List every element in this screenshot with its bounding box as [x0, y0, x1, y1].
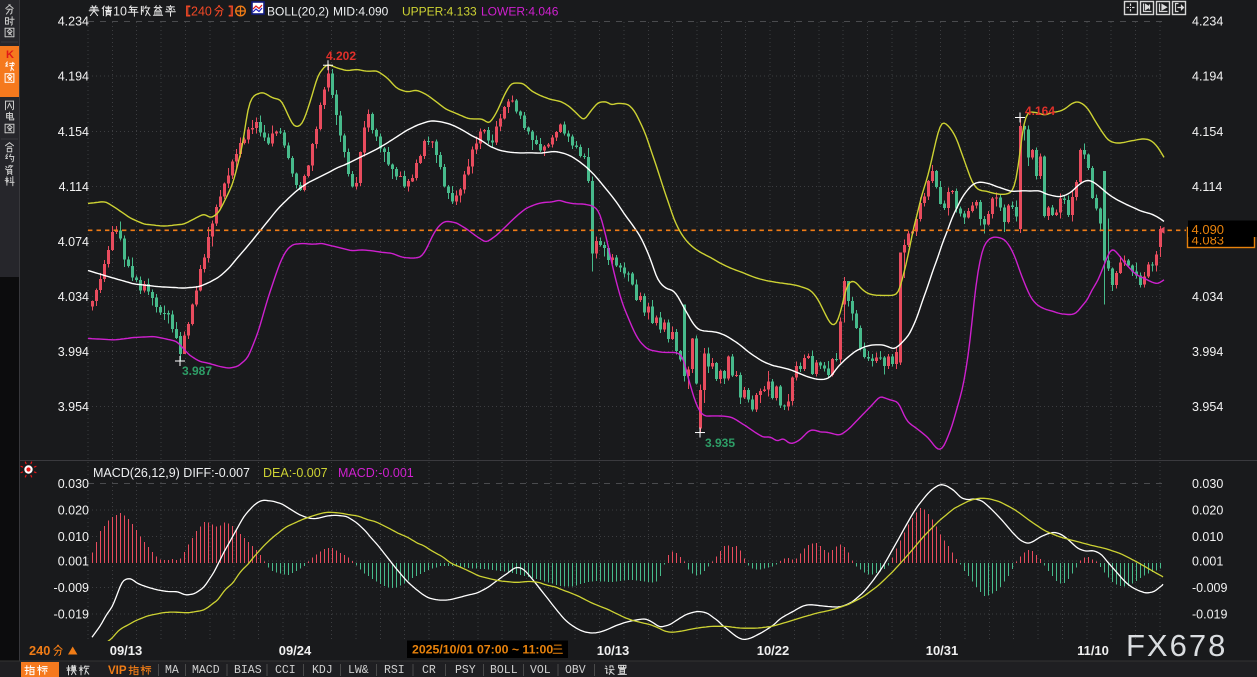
svg-text:CR: CR	[422, 664, 436, 677]
svg-text:3.994: 3.994	[1192, 345, 1223, 359]
svg-text:PSY: PSY	[455, 664, 476, 677]
svg-text:RSI: RSI	[384, 664, 405, 677]
svg-text:4.090: 4.090	[1192, 222, 1225, 237]
svg-text:2025/10/01 07:00 ~ 11:00: 2025/10/01 07:00 ~ 11:00	[412, 643, 553, 657]
svg-text:4.194: 4.194	[58, 70, 89, 84]
svg-text:MACD: MACD	[192, 664, 220, 677]
svg-text:4.164: 4.164	[1025, 104, 1055, 118]
svg-text:DEA:-0.007: DEA:-0.007	[263, 466, 328, 480]
svg-text:4.202: 4.202	[326, 49, 356, 63]
svg-text:4.034: 4.034	[58, 290, 89, 304]
svg-text:0.020: 0.020	[58, 504, 89, 518]
svg-text:K: K	[6, 49, 14, 61]
svg-text:0.010: 0.010	[1192, 530, 1223, 544]
svg-text:FX678: FX678	[1126, 628, 1227, 663]
svg-text:MACD:-0.001: MACD:-0.001	[338, 466, 414, 480]
svg-text:VOL: VOL	[530, 664, 551, 677]
svg-text:MACD(26,12,9) DIFF:-0.007: MACD(26,12,9) DIFF:-0.007	[93, 466, 250, 480]
svg-text:10/31: 10/31	[926, 643, 959, 658]
svg-text:4.234: 4.234	[58, 15, 89, 29]
svg-text:MID:4.090: MID:4.090	[333, 5, 389, 19]
svg-text:10/13: 10/13	[597, 643, 630, 658]
svg-text:-0.019: -0.019	[1192, 608, 1227, 622]
svg-text:BOLL(20,2): BOLL(20,2)	[267, 5, 329, 19]
svg-text:BIAS: BIAS	[234, 664, 262, 677]
svg-text:4.074: 4.074	[58, 235, 89, 249]
svg-text:CCI: CCI	[275, 664, 296, 677]
svg-text:4.034: 4.034	[1192, 290, 1223, 304]
svg-text:4.194: 4.194	[1192, 70, 1223, 84]
svg-text:09/13: 09/13	[110, 643, 143, 658]
svg-text:3.994: 3.994	[58, 345, 89, 359]
svg-text:4.234: 4.234	[1192, 15, 1223, 29]
svg-text:4.114: 4.114	[59, 180, 89, 194]
svg-text:-0.009: -0.009	[1192, 581, 1227, 595]
svg-text:0.030: 0.030	[58, 477, 89, 491]
svg-text:-0.019: -0.019	[54, 608, 89, 622]
svg-text:3.935: 3.935	[705, 436, 735, 450]
svg-text:4.154: 4.154	[1192, 125, 1223, 139]
svg-text:LOWER:4.046: LOWER:4.046	[481, 5, 559, 19]
svg-text:3.987: 3.987	[182, 364, 212, 378]
svg-text:4.114: 4.114	[1192, 180, 1222, 194]
svg-text:0.001: 0.001	[1192, 555, 1223, 569]
svg-text:VIP: VIP	[108, 665, 127, 677]
svg-text:240: 240	[29, 643, 50, 658]
svg-text:09/24: 09/24	[279, 643, 312, 658]
svg-text:0.010: 0.010	[58, 530, 89, 544]
svg-text:OBV: OBV	[565, 664, 586, 677]
svg-text:0.030: 0.030	[1192, 477, 1223, 491]
svg-text:KDJ: KDJ	[312, 664, 333, 677]
svg-text:240: 240	[191, 5, 212, 19]
svg-text:0.020: 0.020	[1192, 504, 1223, 518]
svg-text:UPPER:4.133: UPPER:4.133	[402, 5, 477, 19]
svg-text:3.954: 3.954	[1192, 400, 1223, 414]
svg-text:11/10: 11/10	[1077, 643, 1109, 658]
svg-text:-0.009: -0.009	[54, 581, 89, 595]
svg-text:BOLL: BOLL	[490, 664, 518, 677]
svg-text:10/22: 10/22	[757, 643, 790, 658]
svg-text:4.154: 4.154	[58, 125, 89, 139]
svg-text:MA: MA	[165, 664, 179, 677]
svg-text:3.954: 3.954	[58, 400, 89, 414]
svg-text:10: 10	[113, 5, 127, 19]
svg-text:LW&: LW&	[348, 664, 369, 677]
svg-text:0.001: 0.001	[58, 555, 89, 569]
